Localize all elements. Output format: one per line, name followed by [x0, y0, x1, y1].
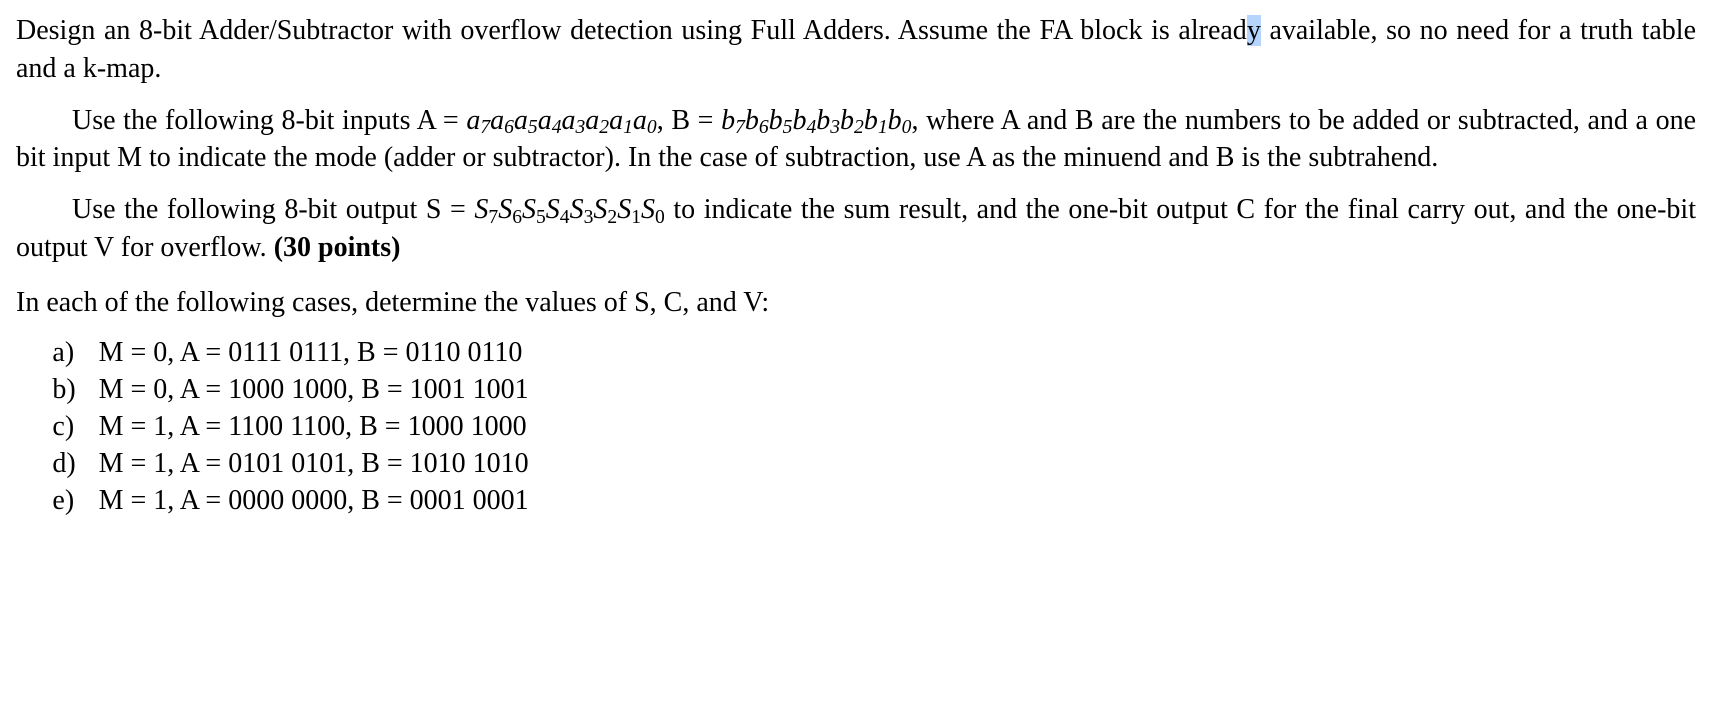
equation-A: A = a7a6a5a4a3a2a1a0 — [417, 105, 657, 136]
case-label: b) — [52, 372, 91, 409]
case-M: M = 1 — [99, 448, 168, 479]
case-label: a) — [52, 335, 91, 372]
case-A: A = 0111 0111 — [180, 337, 343, 368]
case-A: A = 0101 0101 — [180, 448, 347, 479]
case-B: B = 1010 1010 — [361, 448, 528, 479]
case-c: c) M = 1, A = 1100 1100, B = 1000 1000 — [52, 409, 1696, 446]
case-A: A = 1000 1000 — [180, 374, 347, 405]
case-B: B = 1000 1000 — [359, 411, 526, 442]
case-b: b) M = 0, A = 1000 1000, B = 1001 1001 — [52, 372, 1696, 409]
cases-intro: In each of the following cases, determin… — [16, 284, 1696, 322]
text: Use the following 8-bit output — [72, 194, 426, 225]
case-e: e) M = 1, A = 0000 0000, B = 0001 0001 — [52, 483, 1696, 520]
case-A: A = 0000 0000 — [180, 485, 347, 516]
case-list: a) M = 0, A = 0111 0111, B = 0110 0110 b… — [16, 335, 1696, 520]
selected-text: y — [1247, 15, 1261, 46]
case-label: d) — [52, 446, 91, 483]
paragraph-2: Use the following 8-bit inputs A = a7a6a… — [16, 102, 1696, 178]
case-A: A = 1100 1100 — [180, 411, 345, 442]
text: Use the following 8-bit inputs — [72, 105, 417, 136]
case-B: B = 0001 0001 — [361, 485, 528, 516]
case-B: B = 1001 1001 — [361, 374, 528, 405]
text: In each of the following cases, determin… — [16, 287, 769, 318]
case-M: M = 0 — [99, 337, 168, 368]
equation-S: S = S7S6S5S4S3S2S1S0 — [426, 194, 665, 225]
case-label: c) — [52, 409, 91, 446]
case-label: e) — [52, 483, 91, 520]
paragraph-1: Design an 8-bit Adder/Subtractor with ov… — [16, 12, 1696, 88]
paragraph-3: Use the following 8-bit output S = S7S6S… — [16, 191, 1696, 267]
points-label: (30 points) — [274, 232, 401, 263]
text: , — [657, 105, 672, 136]
case-M: M = 1 — [99, 411, 168, 442]
case-B: B = 0110 0110 — [357, 337, 522, 368]
case-M: M = 0 — [99, 374, 168, 405]
case-M: M = 1 — [99, 485, 168, 516]
equation-B: B = b7b6b5b4b3b2b1b0 — [671, 105, 911, 136]
text: Design an 8-bit Adder/Subtractor with ov… — [16, 15, 1247, 46]
case-a: a) M = 0, A = 0111 0111, B = 0110 0110 — [52, 335, 1696, 372]
case-d: d) M = 1, A = 0101 0101, B = 1010 1010 — [52, 446, 1696, 483]
